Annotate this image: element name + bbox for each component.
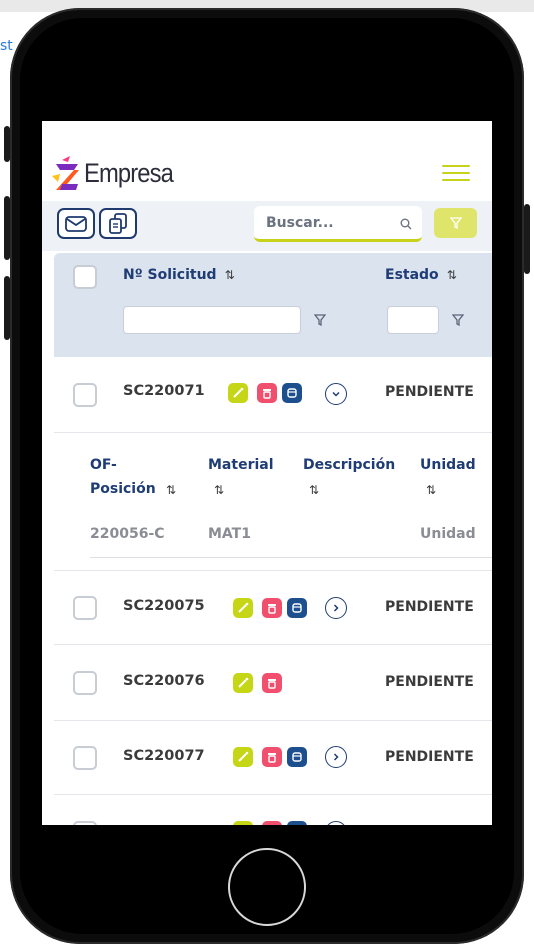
table-row[interactable]: SC220075 PENDIENTE [54,571,492,645]
column-header-solicitud[interactable]: Nº Solicitud ⇅ [123,267,235,283]
trash-icon[interactable] [262,821,282,825]
request-code: SC220076 [123,673,205,689]
filter-button[interactable] [434,208,477,238]
mail-icon [65,215,87,232]
search-placeholder: Buscar... [266,215,334,231]
detail-subtable: OF- Posición ⇅ Material ⇅ Descripción ⇅ … [54,433,492,571]
status-label: PENDIENTE [385,749,474,765]
hamburger-menu-icon[interactable] [442,165,470,181]
row-checkbox[interactable] [73,821,97,825]
sort-icon[interactable]: ⇅ [225,268,235,282]
sort-icon[interactable]: ⇅ [214,483,224,497]
background-link: st [0,38,13,54]
copy-button[interactable] [99,208,137,239]
email-button[interactable] [57,208,95,239]
table-row[interactable]: SC220076 PENDIENTE [54,645,492,721]
magic-wand-icon[interactable] [233,598,253,618]
box-icon[interactable] [287,821,307,825]
box-icon[interactable] [287,598,307,618]
magic-wand-icon[interactable] [233,747,253,767]
detail-cell-material: MAT1 [208,526,251,542]
trash-icon[interactable] [262,747,282,767]
column-header-solicitud-label: Nº Solicitud [123,267,217,283]
toolbar: Buscar... [42,201,492,251]
magic-wand-icon[interactable] [228,383,248,403]
column-header-estado-label: Estado [385,267,439,283]
box-icon[interactable] [282,383,302,403]
detail-cell-unidad: Unidad [420,526,476,542]
search-input[interactable]: Buscar... [254,206,422,242]
copy-icon [109,212,127,234]
table-header: Nº Solicitud ⇅ Estado ⇅ [54,253,492,357]
chevron-down-icon[interactable] [325,383,347,405]
table-row[interactable]: SC220077 PENDIENTE [54,721,492,795]
chevron-right-icon[interactable] [325,746,347,768]
chevron-right-icon[interactable] [325,597,347,619]
logo-mark-icon [52,154,82,192]
chevron-right-icon[interactable] [325,821,347,825]
table-row[interactable]: SC220071 PENDIENTE [54,357,492,433]
detail-header-of-line2: Posición [90,481,156,497]
detail-header-of[interactable]: OF- Posición [90,453,156,501]
logo-text: Empresa [84,157,174,188]
row-checkbox[interactable] [73,746,97,770]
row-checkbox[interactable] [73,596,97,620]
status-label: PENDIENTE [385,674,474,690]
detail-header-of-line1: OF- [90,457,117,473]
phone-volume-down [4,276,10,340]
sort-icon[interactable]: ⇅ [166,483,176,497]
detail-header-unidad[interactable]: Unidad [420,453,476,477]
table-row[interactable] [54,795,492,825]
divider [90,557,492,558]
request-code: SC220077 [123,748,205,764]
filter-icon[interactable] [452,314,464,326]
sort-icon[interactable]: ⇅ [309,483,319,497]
sort-icon[interactable]: ⇅ [426,483,436,497]
trash-icon[interactable] [262,598,282,618]
filter-icon[interactable] [314,314,326,326]
magic-wand-icon[interactable] [233,821,253,825]
status-label: PENDIENTE [385,384,474,400]
filter-icon [449,217,462,229]
trash-icon[interactable] [262,673,282,693]
request-code: SC220071 [123,383,205,399]
app-header: Empresa [42,121,492,201]
estado-filter-input[interactable] [387,306,439,334]
row-checkbox[interactable] [73,671,97,695]
phone-power-button [524,204,530,274]
trash-icon[interactable] [257,383,277,403]
app-logo: Empresa [52,153,185,193]
row-checkbox[interactable] [73,383,97,407]
search-icon [400,218,412,230]
box-icon[interactable] [287,747,307,767]
phone-volume-up [4,196,10,260]
sort-icon[interactable]: ⇅ [447,268,457,282]
detail-header-descripcion[interactable]: Descripción [303,453,395,477]
solicitud-filter-input[interactable] [123,306,301,334]
detail-cell-of: 220056-C [90,526,165,542]
detail-header-material[interactable]: Material [208,453,274,477]
column-header-estado[interactable]: Estado ⇅ [385,267,457,283]
magic-wand-icon[interactable] [233,673,253,693]
app-screen: Empresa Buscar... Nº Solicitud ⇅ Estado … [42,121,492,825]
select-all-checkbox[interactable] [73,265,97,289]
request-code: SC220075 [123,598,205,614]
status-label: PENDIENTE [385,599,474,615]
phone-mute-switch [4,126,10,162]
phone-home-button[interactable] [228,848,306,926]
